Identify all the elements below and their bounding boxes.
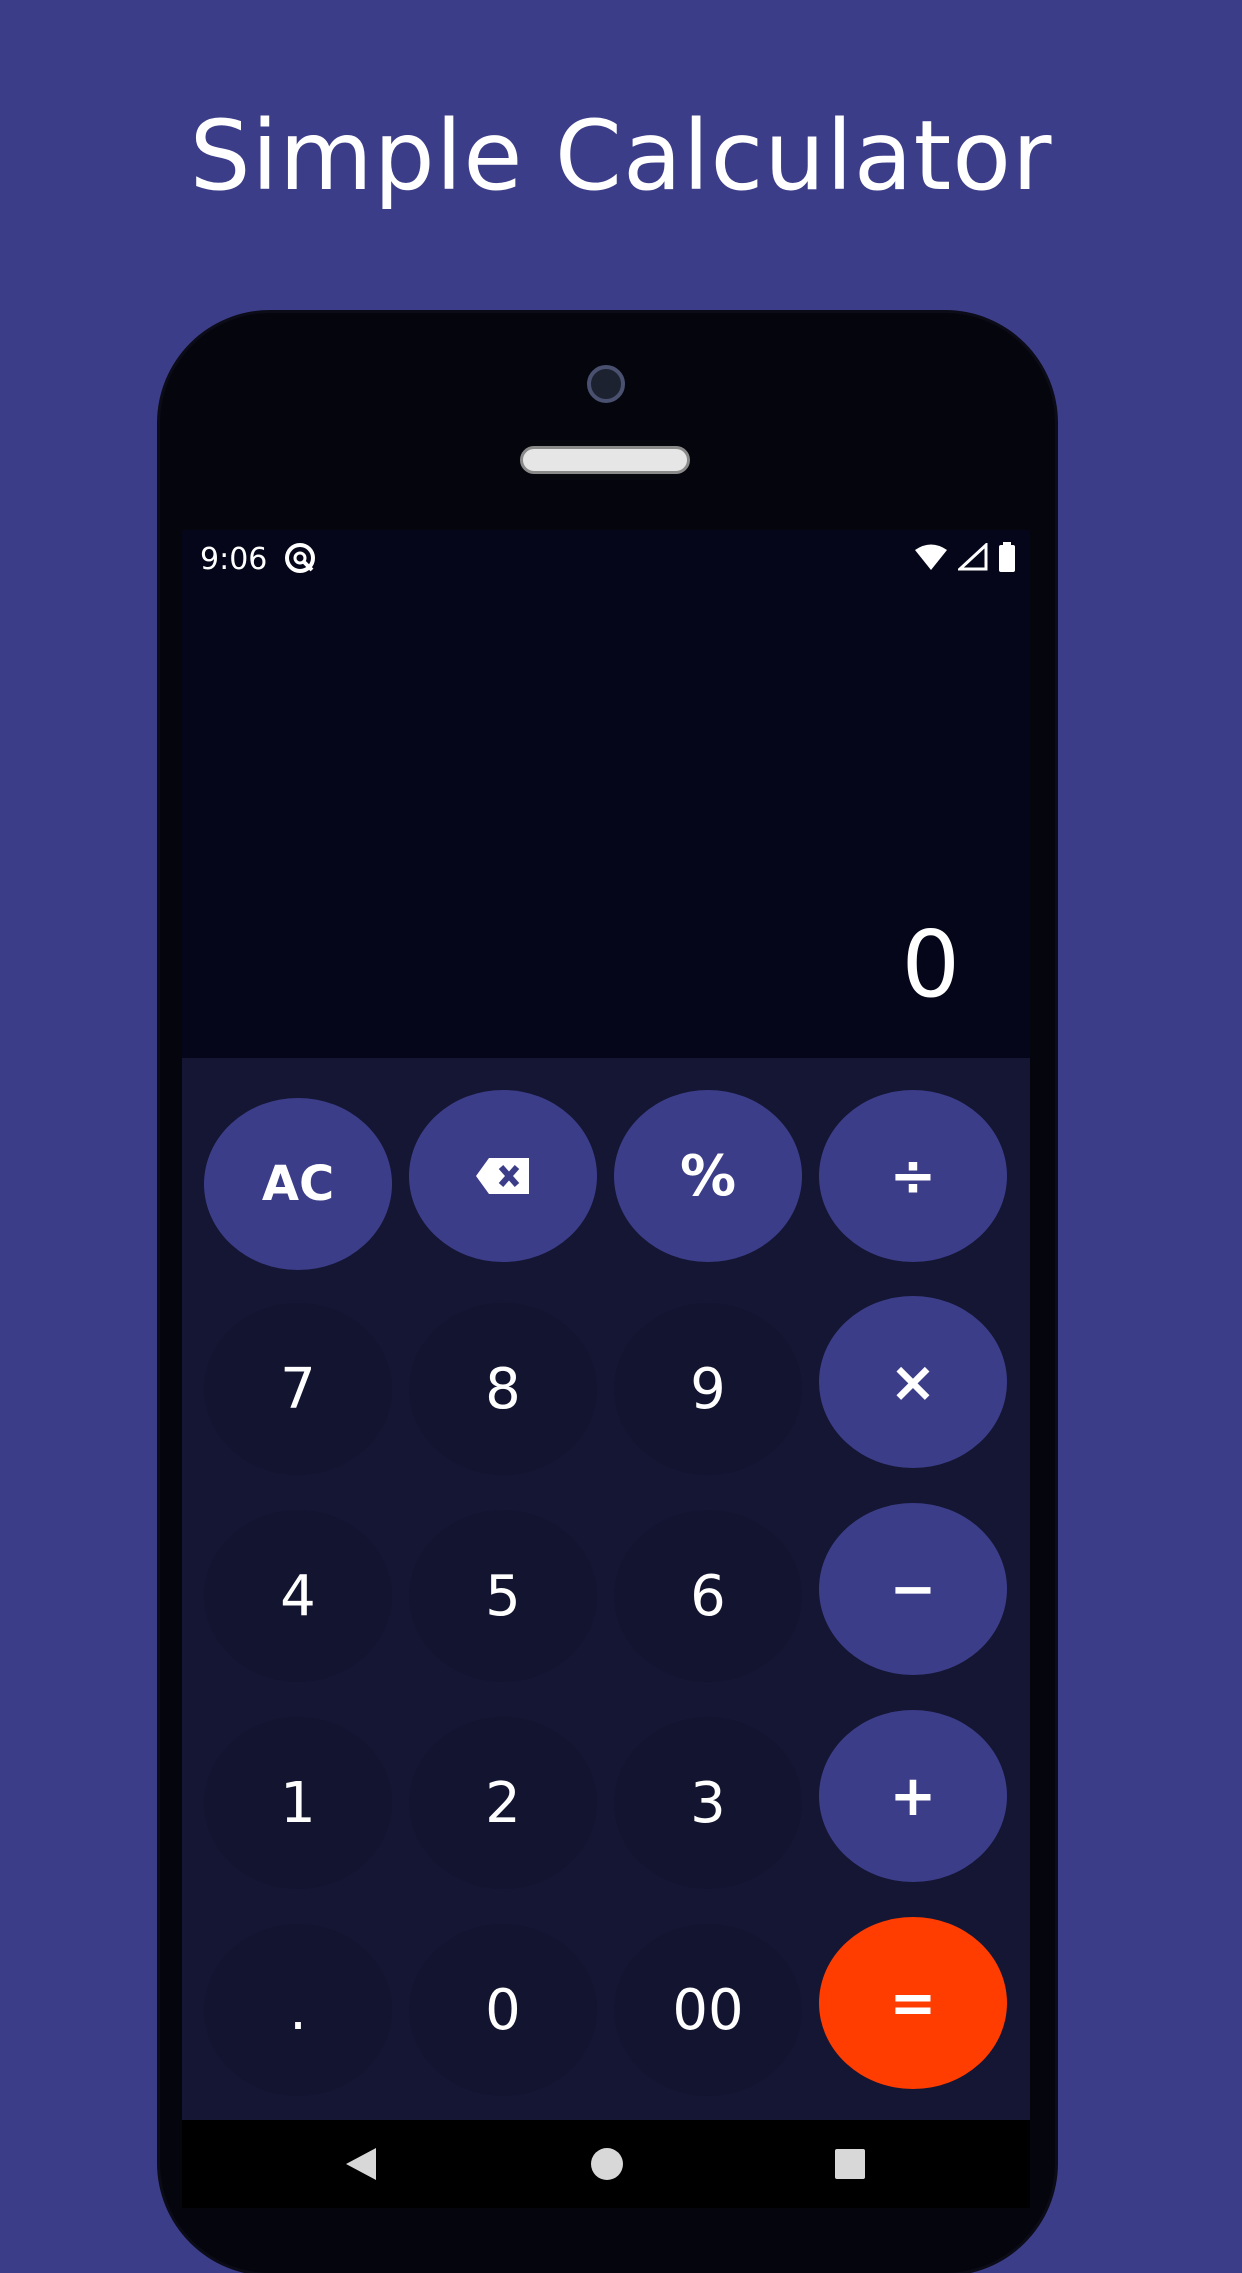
status-bar: 9:06 — [182, 530, 1030, 586]
minus-button[interactable]: − — [819, 1503, 1007, 1675]
digit-4-button[interactable]: 4 — [204, 1510, 392, 1682]
app-notification-icon — [285, 543, 315, 573]
percent-button[interactable]: % — [614, 1090, 802, 1262]
digit-6-button[interactable]: 6 — [614, 1510, 802, 1682]
equals-button[interactable]: = — [819, 1917, 1007, 2089]
digit-0-button[interactable]: 0 — [409, 1924, 597, 2096]
divide-button[interactable]: ÷ — [819, 1090, 1007, 1262]
earpiece-speaker — [520, 446, 690, 474]
digit-5-button[interactable]: 5 — [409, 1510, 597, 1682]
double-zero-button[interactable]: 00 — [614, 1924, 802, 2096]
decimal-point-button[interactable]: . — [204, 1924, 392, 2096]
home-icon[interactable] — [590, 2146, 624, 2182]
multiply-button[interactable]: × — [819, 1296, 1007, 1468]
digit-7-button[interactable]: 7 — [204, 1303, 392, 1475]
backspace-button[interactable] — [409, 1090, 597, 1262]
status-time: 9:06 — [200, 542, 268, 577]
back-icon[interactable] — [344, 2146, 378, 2182]
digit-8-button[interactable]: 8 — [409, 1303, 597, 1475]
keypad: AC % ÷ 7 8 9 × 4 5 6 − 1 2 3 + . 0 00 = — [182, 1058, 1030, 2120]
signal-icon — [958, 543, 988, 571]
digit-2-button[interactable]: 2 — [409, 1717, 597, 1889]
digit-1-button[interactable]: 1 — [204, 1717, 392, 1889]
status-icons — [914, 542, 1016, 572]
calculator-display: 0 — [182, 586, 1030, 1058]
display-value: 0 — [901, 911, 960, 1018]
plus-button[interactable]: + — [819, 1710, 1007, 1882]
digit-9-button[interactable]: 9 — [614, 1303, 802, 1475]
recents-icon[interactable] — [834, 2146, 866, 2182]
page-headline: Simple Calculator — [189, 100, 1053, 212]
battery-icon — [999, 542, 1015, 572]
wifi-icon — [915, 544, 947, 570]
front-camera — [587, 365, 625, 403]
backspace-icon — [476, 1158, 529, 1194]
digit-3-button[interactable]: 3 — [614, 1717, 802, 1889]
navigation-bar — [182, 2120, 1030, 2208]
phone-screen: 9:06 0 AC % ÷ 7 8 9 × 4 5 6 − 1 2 3 + . … — [182, 530, 1030, 2208]
all-clear-button[interactable]: AC — [204, 1098, 392, 1270]
